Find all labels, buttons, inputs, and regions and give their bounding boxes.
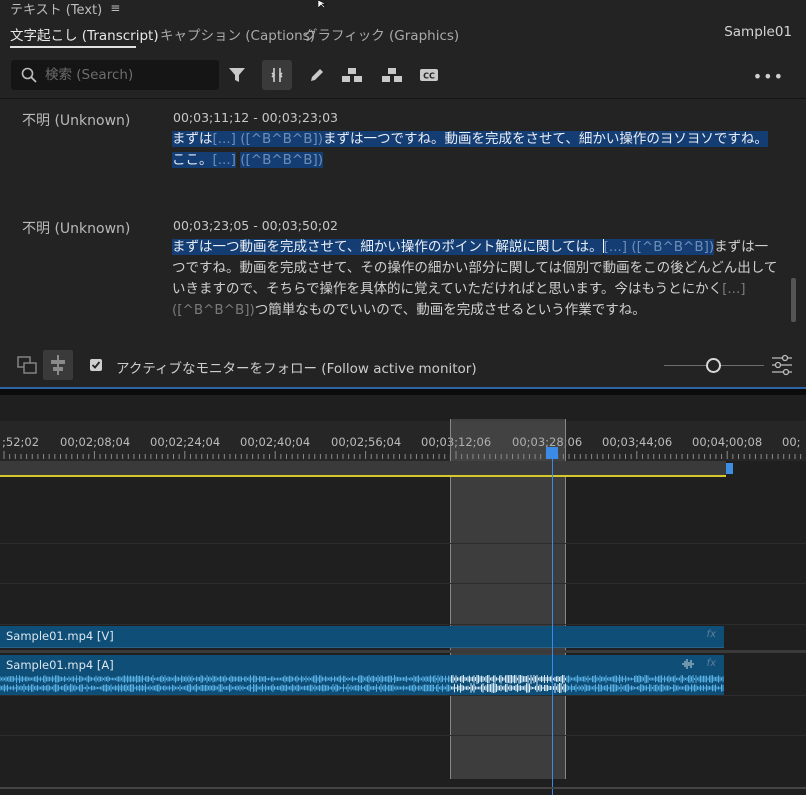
timeline-panel: ;52;02 00;02;08;04 00;02;24;04 00;02;40;… bbox=[0, 395, 806, 795]
transcript-word[interactable]: まずは bbox=[172, 131, 213, 147]
ruler-label: ;52;02 bbox=[2, 435, 40, 449]
transcript-word[interactable]: [...] bbox=[212, 152, 236, 168]
ruler-ticks bbox=[3, 451, 802, 459]
caption-track-icon[interactable] bbox=[12, 350, 42, 380]
speaker-label[interactable]: 不明 (Unknown) bbox=[22, 110, 130, 130]
transcript-word[interactable]: [...] ([^B^B^B]) bbox=[603, 239, 715, 255]
time-ruler[interactable]: ;52;02 00;02;08;04 00;02;24;04 00;02;40;… bbox=[0, 421, 806, 461]
transcript-scrollbar[interactable] bbox=[791, 278, 796, 322]
work-area-bar[interactable] bbox=[0, 461, 726, 475]
ruler-label: 00;02;24;04 bbox=[150, 435, 221, 449]
segment-timecode: 00;03;11;12 - 00;03;23;03 bbox=[173, 110, 338, 125]
ruler-label: 00;02;56;04 bbox=[331, 435, 402, 449]
transcript-word[interactable]: まずは一つ動画を完成させて、細かい操作のポイント解説に関しては。 bbox=[172, 239, 603, 255]
svg-text:CC: CC bbox=[423, 72, 435, 81]
merge-icon[interactable] bbox=[262, 60, 292, 90]
segment-timecode: 00;03;23;05 - 00;03;50;02 bbox=[173, 218, 338, 233]
track-divider bbox=[0, 583, 806, 584]
transcript-list: 不明 (Unknown) 00;03;11;12 - 00;03;23;03 ま… bbox=[0, 100, 792, 336]
track-divider bbox=[0, 624, 806, 625]
ruler-label: 00;02;08;04 bbox=[60, 435, 131, 449]
more-icon[interactable]: ••• bbox=[753, 67, 784, 86]
video-clip-name: Sample01.mp4 [V] bbox=[6, 629, 114, 643]
text-panel: テキスト (Text) ≡ 文字起こし (Transcript) キャプション … bbox=[0, 0, 806, 387]
playhead-handle[interactable] bbox=[546, 447, 558, 459]
zoom-slider-thumb[interactable] bbox=[706, 358, 721, 373]
ruler-label: 00;02;40;04 bbox=[240, 435, 311, 449]
work-area-end-handle[interactable] bbox=[726, 463, 733, 474]
tab-captions[interactable]: キャプション (Captions) bbox=[160, 24, 315, 44]
follow-monitor-checkbox[interactable] bbox=[90, 359, 102, 371]
render-status-bar bbox=[0, 475, 726, 477]
align-icon[interactable] bbox=[43, 350, 73, 380]
speaker-label[interactable]: 不明 (Unknown) bbox=[22, 218, 130, 238]
panel-title: テキスト (Text) ≡ bbox=[10, 0, 120, 16]
segment-text[interactable]: まずは一つ動画を完成させて、細かい操作のポイント解説に関しては。[...] ([… bbox=[172, 237, 778, 321]
transcript-word[interactable]: [...] ([^B^B^B]) bbox=[212, 131, 323, 147]
audio-waveform bbox=[0, 675, 724, 693]
panel-footer: アクティブなモニターをフォロー (Follow active monitor) bbox=[0, 346, 806, 384]
follow-monitor-label: アクティブなモニターをフォロー (Follow active monitor) bbox=[116, 361, 477, 377]
audio-clip[interactable]: Sample01.mp4 [A] fx bbox=[0, 655, 724, 695]
active-tab-underline bbox=[10, 46, 136, 48]
search-input[interactable] bbox=[45, 67, 205, 83]
filter-icon[interactable] bbox=[222, 60, 252, 90]
video-clip[interactable]: Sample01.mp4 [V] fx bbox=[0, 626, 724, 648]
segment-text[interactable]: まずは[...] ([^B^B^B])まずは一つですね。動画を完成をさせて、細か… bbox=[172, 129, 778, 171]
mouse-cursor-icon bbox=[318, 0, 327, 8]
timeline-bottom-border bbox=[0, 787, 806, 789]
toolbar-divider bbox=[0, 98, 806, 99]
hamburger-icon[interactable]: ≡ bbox=[110, 1, 120, 15]
panel-title-label: テキスト (Text) bbox=[10, 2, 103, 17]
ruler-label: 00;03;44;06 bbox=[602, 435, 673, 449]
audio-waveform-icon bbox=[682, 659, 694, 669]
video-audio-divider bbox=[0, 650, 806, 653]
audio-clip-name: Sample01.mp4 [A] bbox=[6, 658, 114, 672]
search-icon bbox=[21, 67, 37, 83]
ruler-label: 00;04;00;08 bbox=[692, 435, 763, 449]
playhead-line[interactable] bbox=[552, 447, 553, 795]
settings-sliders-icon[interactable] bbox=[770, 354, 794, 376]
search-box[interactable] bbox=[11, 60, 219, 90]
track-divider bbox=[0, 543, 806, 544]
track-divider bbox=[0, 695, 806, 696]
track-divider bbox=[0, 735, 806, 736]
transcript-toolbar: CC ••• bbox=[0, 54, 806, 96]
sequence-name: Sample01 bbox=[724, 24, 792, 40]
tab-graphics[interactable]: グラフィック (Graphics) bbox=[304, 24, 459, 44]
transcript-word[interactable]: ([^B^B^B]) bbox=[240, 152, 324, 168]
tab-transcript[interactable]: 文字起こし (Transcript) bbox=[10, 24, 159, 44]
split-speaker-icon[interactable] bbox=[337, 60, 367, 90]
merge-speaker-icon[interactable] bbox=[377, 60, 407, 90]
pencil-icon[interactable] bbox=[302, 60, 332, 90]
fx-badge: fx bbox=[706, 629, 716, 640]
panel-tabs: 文字起こし (Transcript) キャプション (Captions) グラフ… bbox=[0, 20, 806, 48]
fx-badge: fx bbox=[706, 658, 716, 669]
captions-cc-icon[interactable]: CC bbox=[414, 60, 444, 90]
transcript-word[interactable]: つ簡単なものでいいので、動画を完成させるという作業ですね。 bbox=[255, 302, 646, 318]
ruler-label: 00; bbox=[782, 435, 801, 449]
